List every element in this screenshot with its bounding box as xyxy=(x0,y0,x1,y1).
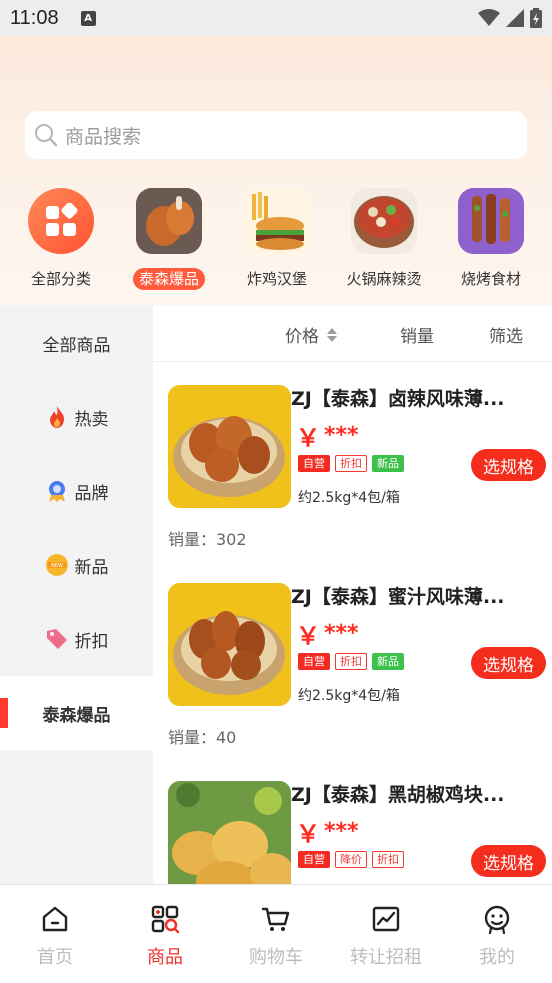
product-image xyxy=(168,583,291,706)
status-indicators xyxy=(478,8,542,28)
sidebar-item-new[interactable]: NEW 新品 xyxy=(0,528,153,602)
category-bbq[interactable]: 烧烤食材 xyxy=(436,188,546,290)
tab-home[interactable]: 首页 xyxy=(0,903,110,969)
category-tyson[interactable]: 泰森爆品 xyxy=(114,188,224,290)
sort-sales[interactable]: 销量 xyxy=(400,322,434,347)
select-spec-button[interactable]: 选规格 xyxy=(471,845,546,877)
tab-products[interactable]: 商品 xyxy=(110,903,220,969)
search-bar[interactable]: 商品搜索 xyxy=(25,111,527,159)
svg-text:NEW: NEW xyxy=(51,563,63,569)
status-bar: 11:08 A xyxy=(0,0,552,36)
tab-transfer[interactable]: 转让招租 xyxy=(331,903,441,969)
sidebar-item-discount[interactable]: 折扣 xyxy=(0,602,153,676)
select-spec-button[interactable]: 选规格 xyxy=(471,449,546,481)
category-fried-chicken-burger[interactable]: 炸鸡汉堡 xyxy=(222,188,332,290)
profile-icon xyxy=(484,905,510,935)
product-price: ￥ *** xyxy=(296,423,359,452)
product-price: ￥ *** xyxy=(296,819,359,848)
battery-icon xyxy=(530,8,542,28)
category-all[interactable]: 全部分类 xyxy=(6,188,116,290)
category-hotpot[interactable]: 火锅麻辣烫 xyxy=(329,188,439,290)
sort-filter[interactable]: 筛选 xyxy=(489,322,523,347)
notification-a-icon: A xyxy=(80,10,96,26)
product-image xyxy=(168,385,291,508)
signal-icon xyxy=(506,9,524,27)
sort-bar: 价格 销量 筛选 xyxy=(153,306,552,362)
sidebar-item-hot[interactable]: 热卖 xyxy=(0,380,153,454)
chart-icon xyxy=(372,906,400,932)
tab-profile[interactable]: 我的 xyxy=(442,903,552,969)
product-card[interactable]: ZJ【泰森】蜜汁风味薄... ￥ *** 自营 折扣 新品 约2.5kg*4包/箱… xyxy=(153,560,552,758)
tag-icon xyxy=(46,629,67,649)
sort-arrows-icon xyxy=(327,327,337,342)
tab-cart[interactable]: 购物车 xyxy=(221,903,331,969)
product-tags: 自营 折扣 新品 xyxy=(298,653,404,670)
chicken-drumstick-image xyxy=(136,188,202,254)
bbq-skewers-image xyxy=(458,188,524,254)
sidebar-item-brand[interactable]: 品牌 xyxy=(0,454,153,528)
grid-icon xyxy=(28,188,94,254)
status-time: 11:08 xyxy=(10,6,59,29)
sidebar: 全部商品 热卖 品牌 NEW 新品 折扣 泰森爆品 xyxy=(0,306,153,884)
product-card[interactable]: ZJ【泰森】卤辣风味薄... ￥ *** 自营 折扣 新品 约2.5kg*4包/箱… xyxy=(153,362,552,560)
cart-icon xyxy=(261,907,290,931)
product-image xyxy=(168,781,291,884)
hotpot-image xyxy=(351,188,417,254)
products-icon xyxy=(151,905,180,934)
new-icon: NEW xyxy=(45,554,68,576)
product-card[interactable]: ZJ【泰森】黑胡椒鸡块... ￥ *** 自营 降价 折扣 选规格 xyxy=(153,758,552,884)
category-row: 全部分类 泰森爆品 炸鸡汉堡 火锅麻辣烫 烧烤食材 xyxy=(0,188,552,298)
fire-icon xyxy=(49,406,64,428)
product-list: ZJ【泰森】卤辣风味薄... ￥ *** 自营 折扣 新品 约2.5kg*4包/箱… xyxy=(153,362,552,884)
search-icon xyxy=(35,124,58,147)
product-tags: 自营 折扣 新品 xyxy=(298,455,404,472)
product-price: ￥ *** xyxy=(296,621,359,650)
home-icon xyxy=(42,906,68,932)
sidebar-item-all[interactable]: 全部商品 xyxy=(0,306,153,380)
burger-fries-image xyxy=(244,188,310,254)
wifi-icon xyxy=(478,9,500,26)
search-input[interactable]: 商品搜索 xyxy=(65,122,141,149)
bottom-tab-bar: 首页 商品 购物车 转让招租 我的 xyxy=(0,884,552,983)
sidebar-item-tyson[interactable]: 泰森爆品 xyxy=(0,676,153,750)
select-spec-button[interactable]: 选规格 xyxy=(471,647,546,679)
badge-icon xyxy=(48,481,65,502)
sort-price[interactable]: 价格 xyxy=(285,322,339,347)
product-tags: 自营 降价 折扣 xyxy=(298,851,404,868)
